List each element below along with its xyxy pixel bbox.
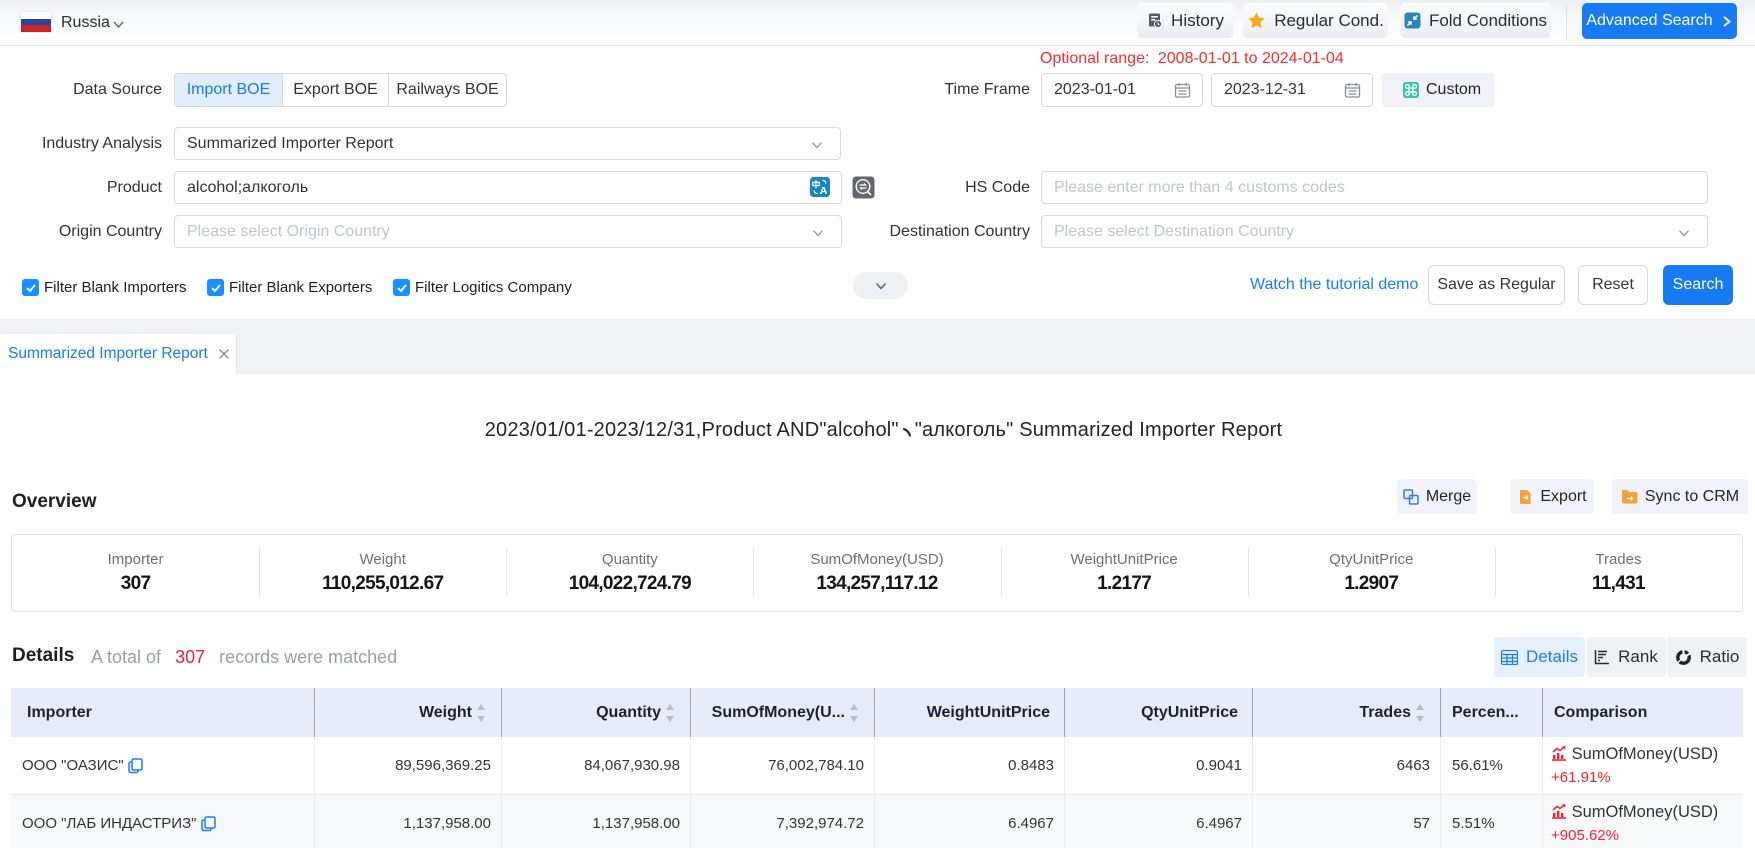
svg-text:A: A bbox=[820, 185, 828, 197]
